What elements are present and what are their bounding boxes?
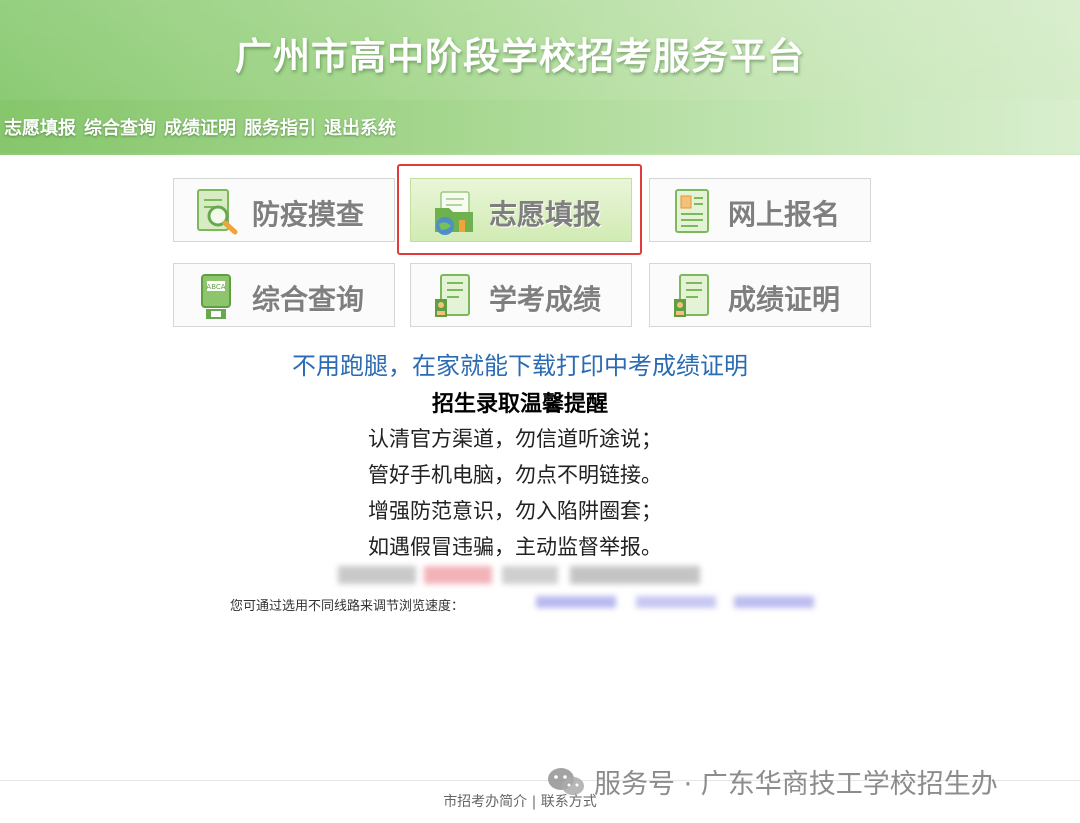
tile-academic-scores[interactable]: 学考成绩 <box>410 263 632 327</box>
speed-line-link[interactable] <box>536 596 616 608</box>
tile-label: 成绩证明 <box>728 283 841 316</box>
id-card-icon <box>675 189 709 233</box>
score-document-icon <box>435 274 470 317</box>
tile-online-registration[interactable]: 网上报名 <box>649 178 871 242</box>
redacted-text <box>570 566 700 584</box>
tip-line: 增强防范意识，勿入陷阱圈套； <box>368 499 662 523</box>
redacted-text <box>338 566 416 584</box>
tile-epidemic-survey[interactable]: 防疫摸查 <box>173 178 395 242</box>
nav-item-logout[interactable]: 退出系统 <box>324 114 396 140</box>
tip-line: 管好手机电脑，勿点不明链接。 <box>368 463 662 487</box>
speed-label: 您可通过选用不同线路来调节浏览速度： <box>230 599 465 614</box>
footer-separator: | <box>531 794 537 810</box>
magnifier-document-icon <box>197 189 238 235</box>
nav-item-certificate[interactable]: 成绩证明 <box>164 114 236 140</box>
tile-label: 综合查询 <box>252 283 365 316</box>
watermark: 服务号 · 广东华商技工学校招生办 <box>546 762 998 801</box>
promo-link[interactable]: 不用跑腿，在家就能下载打印中考成绩证明 <box>0 346 1040 381</box>
tips-title: 招生录取温馨提醒 <box>431 392 608 417</box>
redacted-text <box>502 566 558 584</box>
query-terminal-icon: ABCA <box>201 274 231 319</box>
tip-line: 认清官方渠道，勿信道听途说； <box>368 427 662 451</box>
wechat-icon <box>548 767 584 795</box>
main-nav: 志愿填报 综合查询 成绩证明 服务指引 退出系统 <box>4 114 396 140</box>
tile-comprehensive-query[interactable]: ABCA 综合查询 <box>173 263 395 327</box>
redacted-text <box>424 566 492 584</box>
tile-label: 学考成绩 <box>489 283 602 316</box>
footer-link-about[interactable]: 市招考办简介 <box>443 794 527 810</box>
svg-text:ABCA: ABCA <box>206 283 225 291</box>
nav-item-query[interactable]: 综合查询 <box>84 114 156 140</box>
watermark-text: 服务号 · 广东华商技工学校招生办 <box>594 769 998 800</box>
highlight-annotation <box>397 164 642 255</box>
tip-line: 如遇假冒违骗，主动监督举报。 <box>368 535 662 559</box>
site-title: 广州市高中阶段学校招考服务平台 <box>235 35 805 78</box>
speed-line-link[interactable] <box>636 596 716 608</box>
nav-item-volunteer[interactable]: 志愿填报 <box>4 114 76 140</box>
nav-item-guide[interactable]: 服务指引 <box>244 114 316 140</box>
certificate-document-icon <box>674 274 709 317</box>
tile-score-certificate[interactable]: 成绩证明 <box>649 263 871 327</box>
tile-label: 网上报名 <box>728 198 841 231</box>
speed-line-link[interactable] <box>734 596 814 608</box>
tile-label: 防疫摸查 <box>252 198 365 231</box>
